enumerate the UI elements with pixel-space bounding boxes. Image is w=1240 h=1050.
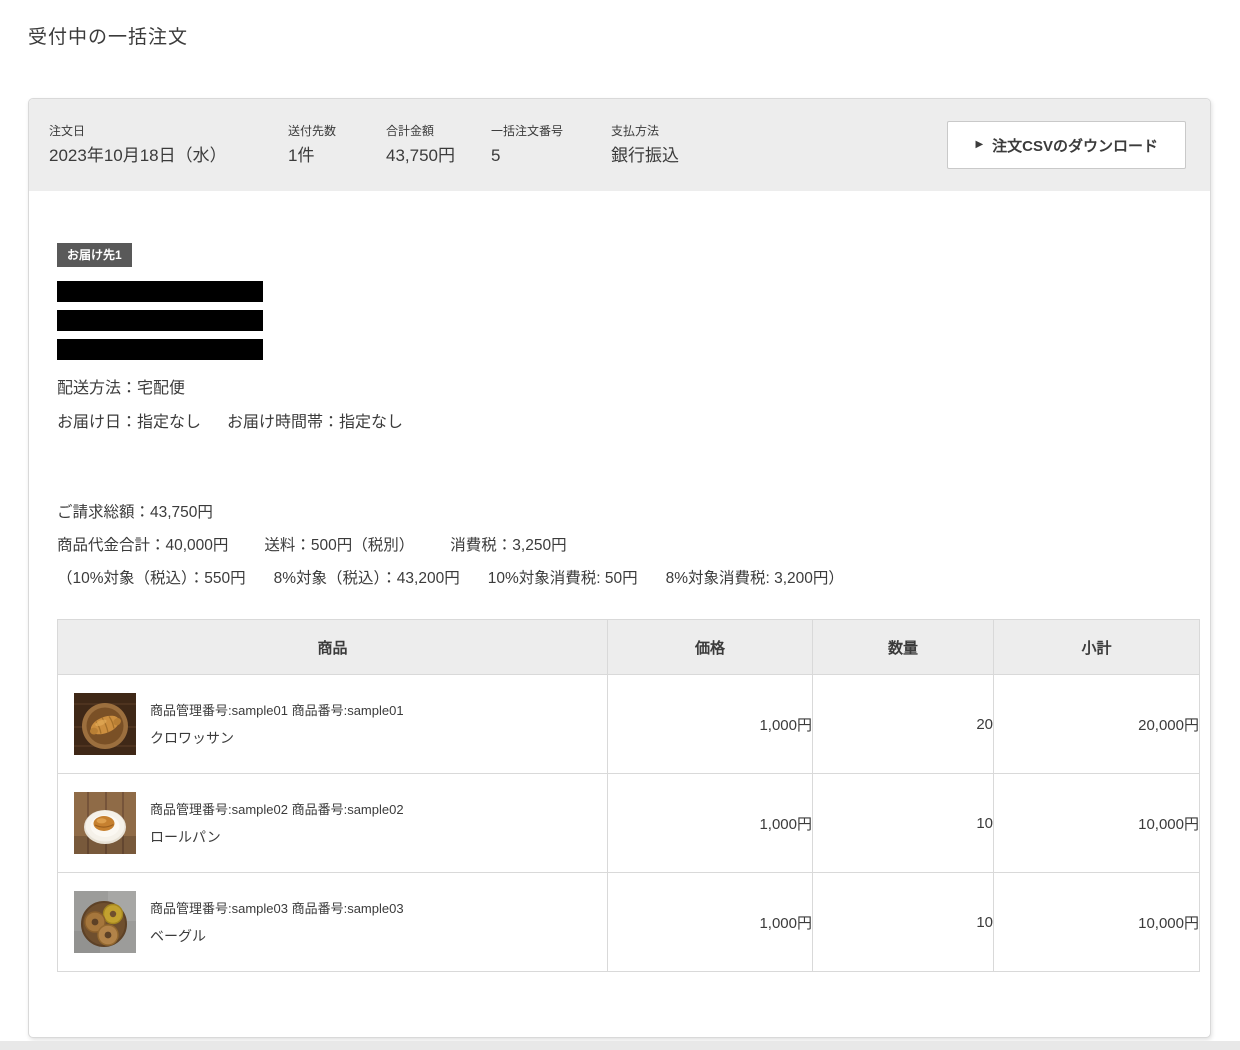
delivery-schedule-line: お届け日：指定なし お届け時間帯：指定なし: [57, 406, 1210, 440]
triangle-right-icon: ▶: [975, 139, 984, 150]
table-header-row: 商品 価格 数量 小計: [57, 619, 1200, 675]
column-header-quantity: 数量: [812, 619, 994, 675]
table-row: 商品管理番号:sample03 商品番号:sample03 ベーグル 1,000…: [57, 872, 1200, 972]
quantity-cell: 10: [812, 773, 994, 873]
redacted-address-line: [57, 339, 263, 360]
column-header-product: 商品: [57, 619, 608, 675]
tax-10-amount: 10%対象消費税: 50円: [487, 570, 638, 587]
card-body: お届け先1 配送方法：宅配便 お届け日：指定なし お届け時間帯：指定なし ご請求総…: [29, 191, 1210, 972]
roll-bread-product-image: [74, 792, 136, 854]
bulk-order-card: 注文日 2023年10月18日（水） 送付先数 1件 合計金額 43,750円 …: [28, 98, 1211, 1038]
order-csv-download-button[interactable]: ▶ 注文CSVのダウンロード: [947, 121, 1186, 169]
product-name: ベーグル: [150, 927, 206, 944]
price-cell: 1,000円: [607, 674, 813, 774]
tax-10-included: （10%対象（税込）：550円: [57, 570, 246, 587]
subtotal-cell: 10,000円: [993, 872, 1200, 972]
bagel-product-image: [74, 891, 136, 953]
product-code: 商品管理番号:sample02 商品番号:sample02: [150, 801, 404, 817]
column-header-price: 価格: [607, 619, 813, 675]
destination-count-value: 1件: [288, 146, 315, 165]
billing-tax-detail-line: （10%対象（税込）：550円 8%対象（税込）：43,200円 10%対象消費税:…: [57, 562, 1210, 595]
payment-method-value: 銀行振込: [611, 146, 679, 165]
croissant-product-image: [74, 693, 136, 755]
price-cell: 1,000円: [607, 773, 813, 873]
price-cell: 1,000円: [607, 872, 813, 972]
csv-download-label: 注文CSVのダウンロード: [992, 137, 1158, 155]
table-row: 商品管理番号:sample01 商品番号:sample01 クロワッサン 1,0…: [57, 674, 1200, 774]
redacted-address-line: [57, 281, 263, 302]
billing-summary: ご請求総額：43,750円 商品代金合計：40,000円 送料：500円（税別） 消…: [57, 496, 1210, 595]
column-header-subtotal: 小計: [993, 619, 1200, 675]
bulk-order-number-label: 一括注文番号: [491, 124, 564, 138]
billing-breakdown-line: 商品代金合計：40,000円 送料：500円（税別） 消費税：3,250円: [57, 529, 1210, 562]
quantity-cell: 20: [812, 674, 994, 774]
order-summary-header: 注文日 2023年10月18日（水） 送付先数 1件 合計金額 43,750円 …: [29, 99, 1210, 191]
product-name: ロールパン: [150, 828, 221, 845]
product-cell: 商品管理番号:sample01 商品番号:sample01 クロワッサン: [57, 674, 608, 774]
product-name: クロワッサン: [150, 729, 234, 746]
payment-method-label: 支払方法: [611, 124, 660, 138]
product-cell: 商品管理番号:sample03 商品番号:sample03 ベーグル: [57, 872, 608, 972]
delivery-date: お届け日：指定なし: [57, 414, 202, 431]
quantity-cell: 10: [812, 872, 994, 972]
total-amount-value: 43,750円: [386, 146, 455, 165]
shipping-fee: 送料：500円（税別）: [264, 537, 415, 554]
tax-8-amount: 8%対象消費税: 3,200円）: [665, 570, 844, 587]
billing-total-line: ご請求総額：43,750円: [57, 504, 213, 521]
table-row: 商品管理番号:sample02 商品番号:sample02 ロールパン 1,00…: [57, 773, 1200, 873]
subtotal-cell: 20,000円: [993, 674, 1200, 774]
total-amount-label: 合計金額: [386, 124, 435, 138]
page-title: 受付中の一括注文: [28, 27, 189, 48]
item-total: 商品代金合計：40,000円: [57, 537, 229, 554]
delivery-time: お届け時間帯：指定なし: [227, 414, 404, 431]
consumption-tax: 消費税：3,250円: [450, 537, 567, 554]
summary-field-bulk-order-number: 一括注文番号 5: [491, 124, 563, 166]
subtotal-cell: 10,000円: [993, 773, 1200, 873]
redacted-address-line: [57, 310, 263, 331]
bulk-order-number-value: 5: [491, 146, 501, 165]
summary-field-order-date: 注文日 2023年10月18日（水）: [49, 124, 227, 166]
summary-field-payment-method: 支払方法 銀行振込: [611, 124, 679, 166]
summary-field-destination-count: 送付先数 1件: [288, 124, 336, 166]
tax-8-included: 8%対象（税込）：43,200円: [273, 570, 460, 587]
page-bottom-strip: [0, 1041, 1240, 1050]
summary-field-total-amount: 合計金額 43,750円: [386, 124, 455, 166]
product-code: 商品管理番号:sample01 商品番号:sample01: [150, 702, 404, 718]
order-date-label: 注文日: [49, 124, 86, 138]
product-code: 商品管理番号:sample03 商品番号:sample03: [150, 900, 404, 916]
shipping-info: 配送方法：宅配便 お届け日：指定なし お届け時間帯：指定なし: [57, 372, 1210, 440]
order-items-table: 商品 価格 数量 小計 商品管理番号:sample01 商品番号:sample0…: [57, 619, 1200, 972]
destination-count-label: 送付先数: [288, 124, 337, 138]
shipping-method-line: 配送方法：宅配便: [57, 380, 186, 397]
order-date-value: 2023年10月18日（水）: [49, 146, 227, 165]
destination-badge: お届け先1: [57, 243, 132, 267]
product-cell: 商品管理番号:sample02 商品番号:sample02 ロールパン: [57, 773, 608, 873]
